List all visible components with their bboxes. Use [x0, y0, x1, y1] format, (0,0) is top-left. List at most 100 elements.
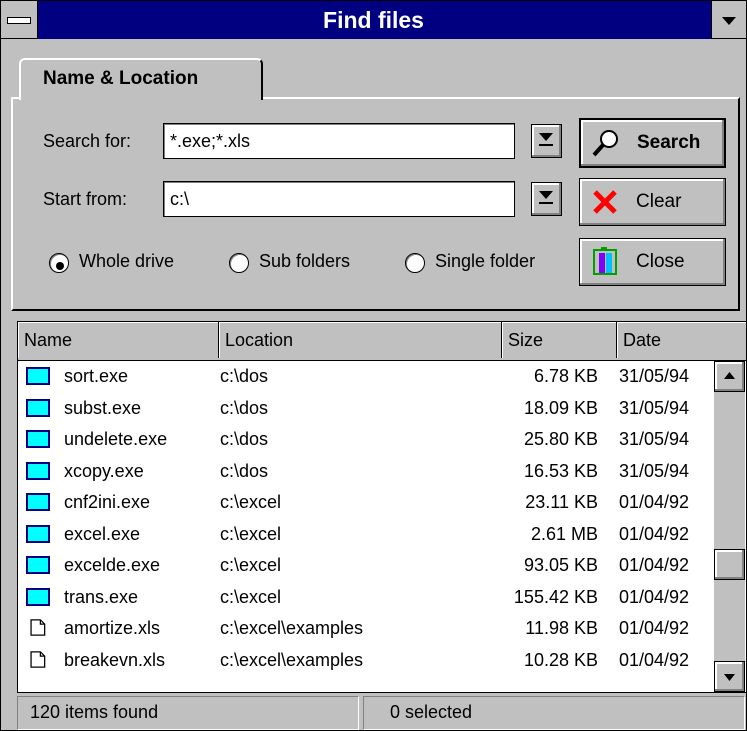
- start-from-label: Start from:: [43, 189, 128, 209]
- start-from-dropdown-button[interactable]: [531, 182, 562, 216]
- status-selected: 0 selected: [363, 696, 745, 730]
- table-row[interactable]: trans.exe c:\excel 155.42 KB 01/04/92: [18, 582, 714, 614]
- cell-name: xcopy.exe: [64, 460, 144, 481]
- arrow-up-icon: [724, 372, 735, 379]
- results-list[interactable]: Name Location Size Date sort.exe c:\dos 6.…: [17, 321, 747, 693]
- tab-label: Name & Location: [43, 68, 199, 89]
- cell-size: 11.98 KB: [525, 618, 598, 638]
- cell-name: amortize.xls: [64, 618, 161, 638]
- minimize-button[interactable]: [711, 1, 746, 39]
- cell-location: c:\excel: [220, 586, 282, 607]
- cell-location: c:\excel: [220, 555, 282, 575]
- cell-date: 01/04/92: [619, 649, 690, 670]
- exe-file-icon: [26, 524, 50, 543]
- exe-file-icon: [26, 493, 50, 511]
- cell-location: c:\excel: [220, 523, 282, 544]
- column-label: Date: [623, 330, 662, 350]
- table-row[interactable]: sort.exe c:\dos 6.78 KB 31/05/94: [18, 361, 714, 393]
- clear-button[interactable]: Clear: [579, 178, 726, 226]
- start-from-value: c:\: [170, 189, 190, 209]
- cell-location: c:\dos: [220, 397, 269, 418]
- title-bar[interactable]: Find files: [1, 1, 746, 39]
- exe-file-icon: [26, 398, 50, 417]
- status-found-text: 120 items found: [30, 702, 159, 722]
- list-rows: sort.exe c:\dos 6.78 KB 31/05/94 subst.exe c:…: [18, 361, 714, 676]
- radio-label: Whole drive: [79, 251, 175, 271]
- window-title: Find files: [323, 7, 424, 33]
- search-for-dropdown-button[interactable]: [531, 124, 562, 158]
- table-row[interactable]: excelde.exe c:\excel 93.05 KB 01/04/92: [18, 550, 714, 582]
- column-header-name[interactable]: Name: [18, 322, 219, 358]
- radio-dot: [56, 262, 64, 270]
- cell-size: 25.80 KB: [523, 429, 598, 449]
- cell-location: c:\dos: [220, 366, 269, 386]
- column-header-location[interactable]: Location: [219, 322, 502, 358]
- close-button[interactable]: Close: [579, 238, 726, 286]
- exe-file-icon: [26, 461, 50, 480]
- cell-date: 31/05/94: [619, 429, 690, 449]
- column-label: Name: [24, 330, 73, 350]
- table-row[interactable]: undelete.exe c:\dos 25.80 KB 31/05/94: [18, 424, 714, 456]
- cell-date: 31/05/94: [619, 397, 690, 418]
- cell-size: 23.11 KB: [525, 492, 598, 512]
- cell-location: c:\excel\examples: [220, 649, 364, 670]
- cell-size: 93.05 KB: [523, 555, 598, 575]
- cell-name: undelete.exe: [64, 429, 168, 449]
- cell-date: 01/04/92: [619, 523, 690, 544]
- table-row[interactable]: amortize.xls c:\excel\examples 11.98 KB 01/…: [18, 613, 714, 645]
- cell-size: 18.09 KB: [523, 397, 598, 418]
- chevron-down-icon: [539, 133, 553, 141]
- cell-name: breakevn.xls: [64, 649, 166, 670]
- close-button-label: Close: [636, 251, 685, 272]
- column-header-size[interactable]: Size: [502, 322, 617, 358]
- list-header: Name Location Size Date: [18, 322, 746, 361]
- search-button[interactable]: Search: [579, 118, 726, 168]
- cell-date: 01/04/92: [619, 492, 690, 512]
- vertical-scrollbar[interactable]: [714, 361, 745, 692]
- cell-size: 2.61 MB: [530, 523, 598, 544]
- document-file-icon: [30, 650, 46, 668]
- document-file-icon: [30, 619, 46, 636]
- radio-circle: [49, 253, 69, 273]
- column-header-date[interactable]: Date: [617, 322, 746, 358]
- cell-location: c:\excel\examples: [220, 618, 364, 638]
- chevron-down-icon: [539, 191, 553, 199]
- radio-label: Single folder: [435, 251, 536, 271]
- start-from-input[interactable]: c:\: [163, 181, 515, 217]
- cell-date: 01/04/92: [619, 555, 690, 575]
- cell-date: 31/05/94: [619, 366, 690, 386]
- search-button-label: Search: [637, 132, 701, 153]
- scroll-down-button[interactable]: [714, 661, 745, 692]
- cell-name: excelde.exe: [64, 555, 161, 575]
- scroll-up-button[interactable]: [714, 361, 745, 392]
- cell-name: subst.exe: [64, 397, 142, 418]
- arrow-down-icon: [724, 674, 735, 681]
- cell-size: 6.78 KB: [533, 366, 598, 386]
- tab-name-location[interactable]: Name & Location: [19, 58, 263, 100]
- cell-location: c:\dos: [220, 460, 269, 481]
- table-row[interactable]: subst.exe c:\dos 18.09 KB 31/05/94: [18, 393, 714, 425]
- x-mark-icon: [593, 190, 617, 214]
- table-row[interactable]: xcopy.exe c:\dos 16.53 KB 31/05/94: [18, 456, 714, 488]
- status-items-found: 120 items found: [17, 696, 359, 730]
- dropdown-line: [539, 144, 553, 146]
- cell-name: trans.exe: [64, 586, 139, 607]
- clear-button-label: Clear: [636, 191, 682, 212]
- cell-size: 155.42 KB: [513, 586, 598, 607]
- cell-name: sort.exe: [64, 366, 129, 386]
- radio-label: Sub folders: [259, 251, 351, 271]
- cell-location: c:\dos: [220, 429, 269, 449]
- table-row[interactable]: excel.exe c:\excel 2.61 MB 01/04/92: [18, 519, 714, 551]
- cell-date: 01/04/92: [619, 618, 690, 638]
- cell-name: cnf2ini.exe: [64, 492, 151, 512]
- search-for-input[interactable]: *.exe;*.xls: [163, 123, 515, 159]
- table-row[interactable]: breakevn.xls c:\excel\examples 10.28 KB 01/…: [18, 645, 714, 677]
- column-label: Location: [225, 330, 294, 350]
- table-row[interactable]: cnf2ini.exe c:\excel 23.11 KB 01/04/92: [18, 487, 714, 519]
- cell-size: 10.28 KB: [523, 649, 598, 670]
- search-for-label: Search for:: [43, 131, 132, 151]
- cell-size: 16.53 KB: [523, 460, 598, 481]
- search-for-value: *.exe;*.xls: [170, 131, 251, 151]
- magnifier-icon: [592, 130, 618, 157]
- scrollbar-thumb[interactable]: [714, 549, 745, 580]
